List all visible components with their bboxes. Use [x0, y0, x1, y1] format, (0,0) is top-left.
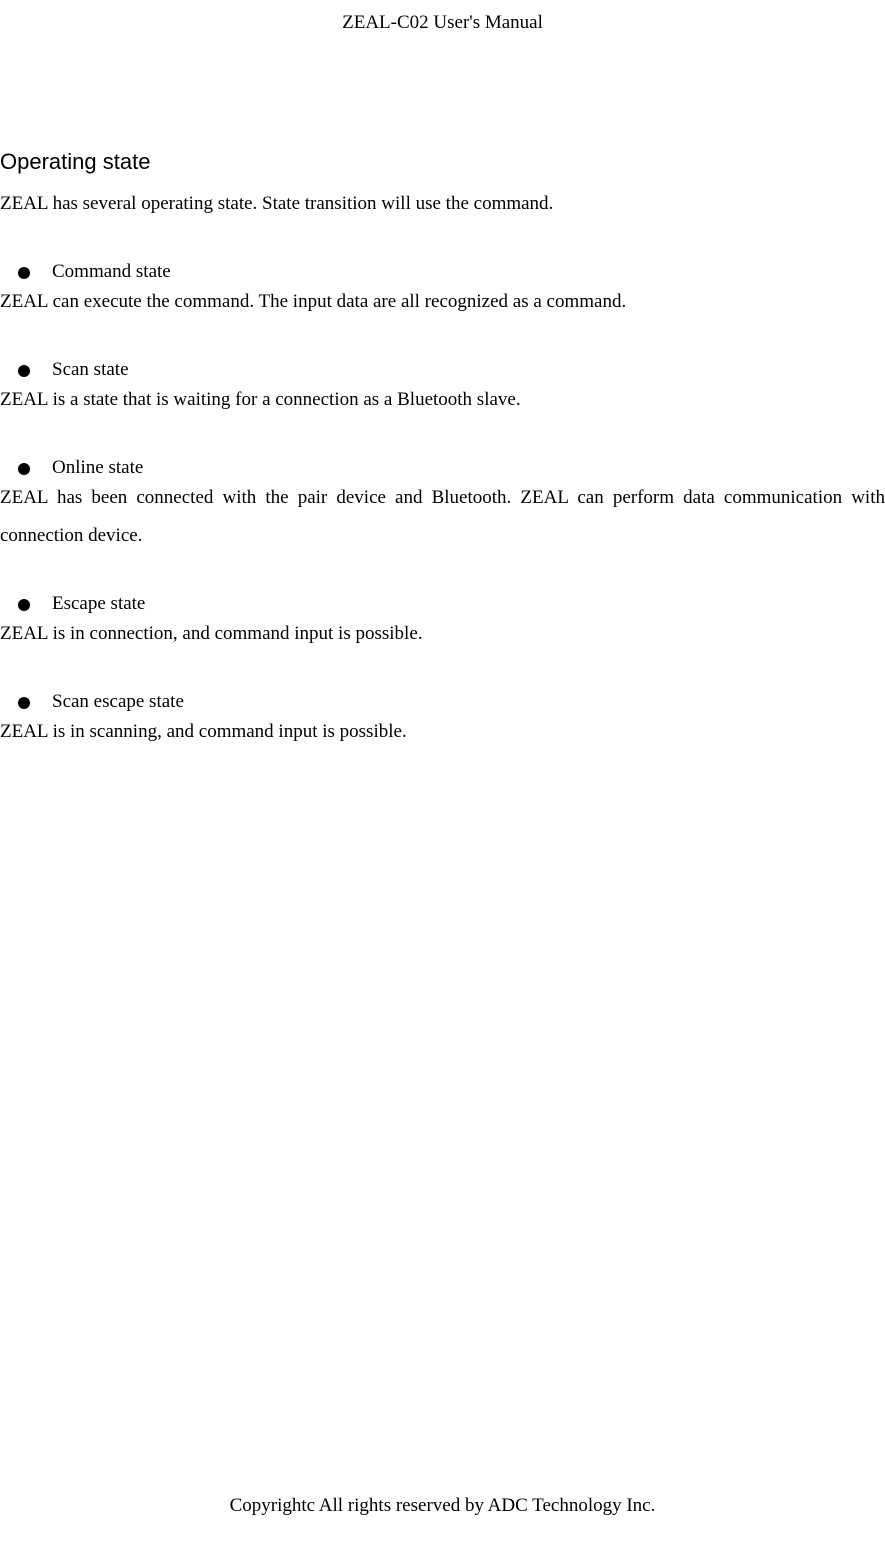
item-label: Online state — [52, 457, 143, 479]
bullet-icon — [18, 599, 30, 611]
bullet-icon — [18, 697, 30, 709]
list-item: Online state — [0, 457, 885, 479]
list-item: Escape state — [0, 593, 885, 615]
item-label: Scan escape state — [52, 691, 184, 713]
item-description: ZEAL has been connected with the pair de… — [0, 479, 885, 555]
list-item: Command state — [0, 261, 885, 283]
bullet-icon — [18, 463, 30, 475]
list-item: Scan escape state — [0, 691, 885, 713]
list-item: Scan state — [0, 359, 885, 381]
item-description: ZEAL is a state that is waiting for a co… — [0, 381, 885, 419]
section-intro: ZEAL has several operating state. State … — [0, 185, 885, 223]
item-label: Command state — [52, 261, 171, 283]
bullet-icon — [18, 267, 30, 279]
item-label: Escape state — [52, 593, 145, 615]
header-title: ZEAL-C02 User's Manual — [342, 12, 543, 33]
item-description: ZEAL is in connection, and command input… — [0, 615, 885, 653]
item-label: Scan state — [52, 359, 129, 381]
section-heading: Operating state — [0, 149, 885, 175]
page-footer: Copyrightc All rights reserved by ADC Te… — [0, 1495, 885, 1517]
bullet-icon — [18, 365, 30, 377]
item-description: ZEAL can execute the command. The input … — [0, 283, 885, 321]
item-description: ZEAL is in scanning, and command input i… — [0, 713, 885, 751]
page-header: ZEAL-C02 User's Manual — [0, 0, 885, 34]
page-content: Operating state ZEAL has several operati… — [0, 34, 885, 751]
copyright-text: Copyrightc All rights reserved by ADC Te… — [230, 1495, 656, 1516]
